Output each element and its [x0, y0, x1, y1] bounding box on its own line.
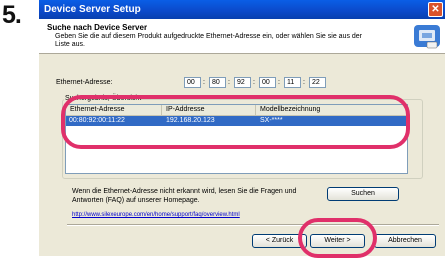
ethernet-address-label: Ethernet-Adresse:: [56, 79, 113, 86]
search-button[interactable]: Suchen: [327, 187, 399, 201]
octet-separator: :: [228, 79, 230, 86]
header-title: Suche nach Device Server: [47, 23, 148, 32]
highlight-ring-results: [61, 95, 410, 149]
ethernet-octet-3[interactable]: 92: [234, 77, 251, 88]
ethernet-octet-4[interactable]: 00: [259, 77, 276, 88]
highlight-ring-next: [298, 218, 377, 258]
ethernet-octet-1[interactable]: 00: [184, 77, 201, 88]
device-server-icon: [414, 25, 440, 49]
faq-link[interactable]: http://www.silexeurope.com/en/home/suppo…: [72, 212, 240, 218]
window-title: Device Server Setup: [44, 4, 141, 15]
ethernet-octet-6[interactable]: 22: [309, 77, 326, 88]
octet-separator: :: [278, 79, 280, 86]
ethernet-octet-5[interactable]: 11: [284, 77, 301, 88]
close-button[interactable]: ✕: [428, 2, 443, 17]
cancel-button[interactable]: Abbrechen: [374, 234, 436, 248]
faq-hint: Wenn die Ethernet-Adresse nicht erkannt …: [72, 188, 297, 204]
wizard-header: Suche nach Device Server Geben Sie die a…: [39, 19, 445, 54]
ethernet-octet-2[interactable]: 80: [209, 77, 226, 88]
octet-separator: :: [253, 79, 255, 86]
title-bar: Device Server Setup ✕: [39, 0, 445, 19]
octet-separator: :: [303, 79, 305, 86]
step-number: 5.: [2, 1, 22, 29]
octet-separator: :: [203, 79, 205, 86]
divider: [67, 224, 439, 226]
header-description: Geben Sie die auf diesem Produkt aufgedr…: [55, 33, 363, 48]
